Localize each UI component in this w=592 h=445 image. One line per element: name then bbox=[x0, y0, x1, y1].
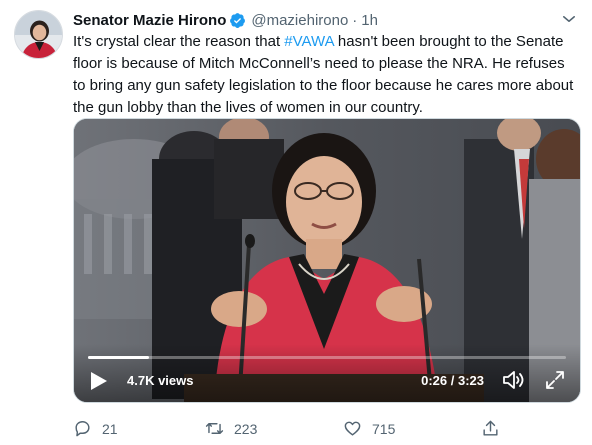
view-count: 4.7K views bbox=[127, 373, 194, 388]
separator-dot: · bbox=[352, 11, 358, 29]
tweet-header: Senator Mazie Hirono @maziehirono · 1h bbox=[73, 10, 582, 30]
play-icon[interactable] bbox=[90, 371, 108, 391]
chevron-down-icon[interactable] bbox=[560, 10, 578, 28]
share-button[interactable] bbox=[481, 419, 510, 438]
progress-bar[interactable] bbox=[88, 356, 566, 359]
avatar[interactable] bbox=[14, 10, 63, 59]
retweet-count: 223 bbox=[234, 420, 258, 437]
reply-button[interactable]: 21 bbox=[73, 419, 118, 438]
share-icon bbox=[483, 420, 498, 436]
reply-icon bbox=[75, 421, 90, 437]
retweet-icon bbox=[205, 423, 224, 434]
verified-badge-icon bbox=[230, 12, 246, 28]
like-count: 715 bbox=[372, 420, 396, 437]
tweet-text: It's crystal clear the reason that #VAWA… bbox=[73, 31, 578, 119]
video-player[interactable]: 4.7K views 0:26 / 3:23 bbox=[73, 118, 581, 403]
author-name[interactable]: Senator Mazie Hirono bbox=[73, 12, 226, 29]
volume-icon[interactable] bbox=[502, 369, 528, 391]
hashtag-link[interactable]: #VAWA bbox=[284, 33, 333, 50]
progress-fill bbox=[88, 356, 150, 359]
fullscreen-icon[interactable] bbox=[544, 369, 566, 391]
video-time: 0:26 / 3:23 bbox=[421, 373, 484, 388]
tweet: Senator Mazie Hirono @maziehirono · 1h I… bbox=[0, 0, 592, 445]
tweet-text-start: It's crystal clear the reason that bbox=[73, 33, 285, 50]
retweet-button[interactable]: 223 bbox=[205, 419, 257, 438]
timestamp[interactable]: 1h bbox=[361, 12, 378, 29]
author-handle[interactable]: @maziehirono bbox=[251, 12, 348, 29]
video-controls: 4.7K views 0:26 / 3:23 bbox=[74, 344, 580, 402]
like-button[interactable]: 715 bbox=[343, 419, 395, 438]
avatar-image bbox=[15, 11, 62, 58]
reply-count: 21 bbox=[102, 420, 118, 437]
heart-icon bbox=[344, 421, 361, 436]
action-bar: 21 223 715 bbox=[73, 419, 503, 439]
